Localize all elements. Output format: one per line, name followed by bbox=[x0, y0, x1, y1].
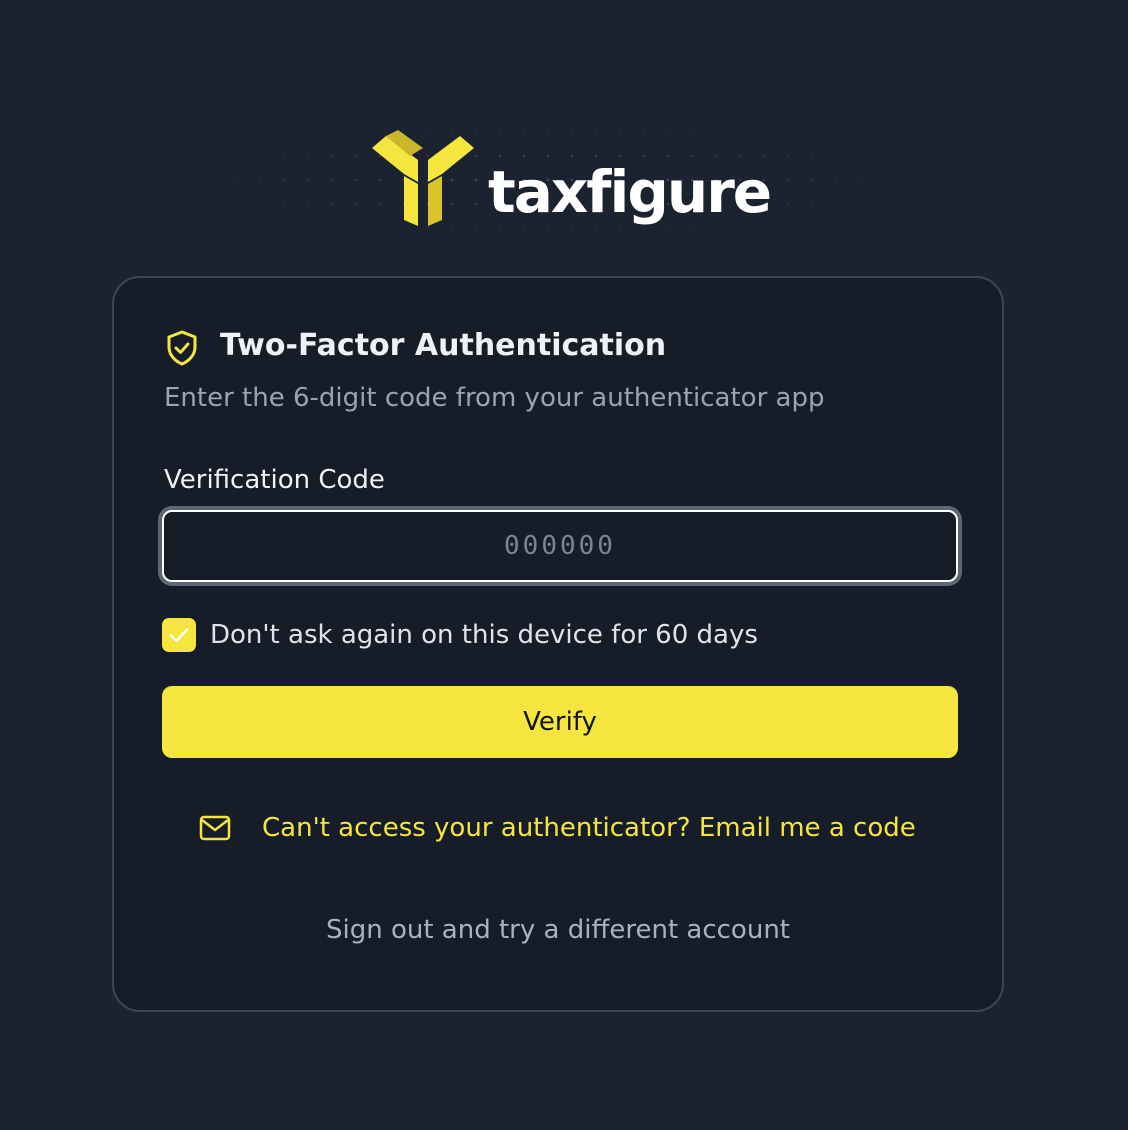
taxfigure-logo-icon bbox=[372, 130, 474, 226]
verify-button[interactable]: Verify bbox=[162, 686, 958, 758]
shield-check-icon bbox=[167, 330, 197, 366]
email-code-link[interactable]: Can't access your authenticator? Email m… bbox=[198, 806, 916, 850]
mail-icon bbox=[199, 815, 231, 841]
remember-device-label[interactable]: Don't ask again on this device for 60 da… bbox=[210, 616, 758, 654]
page-title: Two-Factor Authentication bbox=[220, 328, 667, 363]
checkmark-icon bbox=[169, 628, 189, 643]
two-factor-card: Two-Factor Authentication Enter the 6-di… bbox=[112, 276, 1004, 1012]
brand-header: taxfigure bbox=[0, 100, 1128, 250]
sign-out-link[interactable]: Sign out and try a different account bbox=[114, 910, 1002, 950]
email-code-link-label[interactable]: Can't access your authenticator? Email m… bbox=[262, 806, 916, 850]
verification-code-input[interactable] bbox=[162, 510, 958, 582]
remember-device-checkbox[interactable] bbox=[162, 618, 196, 652]
page-subtitle: Enter the 6-digit code from your authent… bbox=[164, 383, 825, 413]
verification-code-label: Verification Code bbox=[164, 465, 385, 495]
brand-wordmark: taxfigure bbox=[488, 158, 772, 226]
